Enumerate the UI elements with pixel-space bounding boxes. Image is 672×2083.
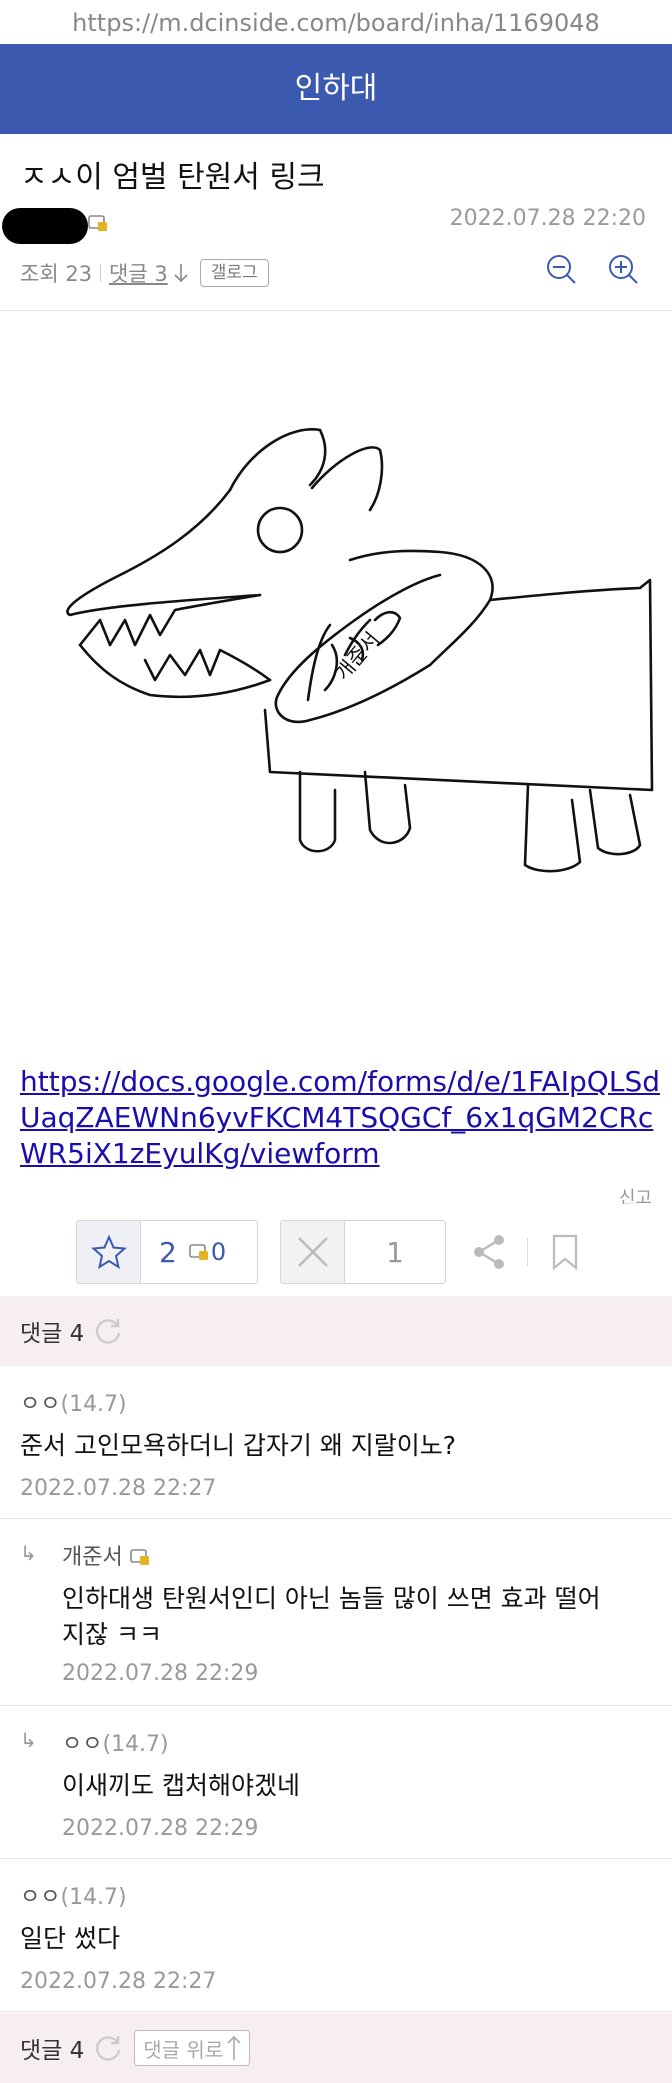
comment-date: 2022.07.28 22:27 [20,1969,217,1994]
browser-url-bar[interactable]: https://m.dcinside.com/board/inha/116904… [0,0,672,44]
comment-count-link[interactable]: 댓글 3 [109,258,188,288]
refresh-icon[interactable] [94,1317,122,1345]
comment-item: ㅇㅇ(14.7) 준서 고인모욕하더니 갑자기 왜 지랄이노? 2022.07.… [0,1366,672,1519]
comment-author[interactable]: ㅇㅇ(14.7) [20,1386,127,1418]
comment-author[interactable]: ㅇㅇ(14.7) [20,1879,127,1911]
view-count: 조회 23 [20,262,93,286]
member-badge-icon [189,1244,208,1260]
reply-date: 2022.07.28 22:29 [62,1816,259,1841]
comment-section-header: 댓글 4 [0,1296,672,1366]
member-badge-icon [88,215,107,231]
action-divider [527,1238,528,1266]
comment-date: 2022.07.28 22:27 [20,1476,217,1501]
report-link[interactable]: 신고 [619,1184,652,1204]
author-nickname-redacted [2,208,88,244]
comment-nickname: ㅇㅇ [20,1885,61,1910]
comment-item: ㅇㅇ(14.7) 일단 썼다 2022.07.28 22:27 [0,1859,672,2012]
refresh-icon[interactable] [94,2034,122,2062]
x-icon [297,1237,328,1267]
recommend-count: 2 [159,1235,177,1269]
gallog-button[interactable]: 갤로그 [199,259,269,287]
gallery-title: 인하대 [294,71,378,106]
recommend-button[interactable]: 2 0 [76,1220,258,1284]
reply-arrow-icon: ↳ [20,1728,37,1752]
reply-nickname: ㅇㅇ [62,1732,103,1757]
share-icon[interactable] [472,1234,506,1270]
stats-divider [100,264,102,282]
post-drawing-image: 개준서 [66,428,654,873]
reply-text: 인하대생 탄원서인디 아닌 놈들 많이 쓰면 효과 떨어지잖 ㅋㅋ [62,1584,601,1649]
comment-nickname: ㅇㅇ [20,1392,61,1417]
nonrecommend-count: 1 [386,1235,404,1269]
reply-author[interactable]: 개준서 [62,1539,150,1571]
post-date: 2022.07.28 22:20 [449,206,646,231]
header-divider [0,310,672,311]
reply-arrow-icon: ↳ [20,1541,37,1565]
zoom-in-icon[interactable] [607,253,639,285]
reply-item: ↳ ㅇㅇ(14.7) 이새끼도 캡처해야겠네 2022.07.28 22:29 [0,1706,672,1859]
reply-ip: (14.7) [102,1732,169,1757]
fixed-recommend: 0 [177,1221,226,1283]
comment-ip: (14.7) [60,1392,127,1417]
google-form-link[interactable]: https://docs.google.com/forms/d/e/1FAIpQ… [20,1064,660,1172]
recommend-icon-wrap [77,1221,141,1283]
bookmark-icon[interactable] [551,1234,579,1270]
star-icon [90,1234,127,1270]
arrow-up-icon [227,2035,241,2060]
reply-date: 2022.07.28 22:29 [62,1661,259,1686]
post-title: ㅈㅅ이 엄벌 탄원서 링크 [20,160,325,195]
comment-count: 댓글 4 [20,1321,85,1347]
comment-count: 댓글 4 [20,2038,85,2064]
arrow-down-icon [174,264,188,283]
nonrecommend-button[interactable]: 1 [280,1220,446,1284]
comment-count-label: 댓글 3 [109,262,168,286]
comment-text: 준서 고인모욕하더니 갑자기 왜 지랄이노? [20,1431,457,1460]
url-text: https://m.dcinside.com/board/inha/116904… [72,9,600,37]
zoom-out-icon[interactable] [545,253,577,285]
go-to-comment-top-button[interactable]: 댓글 위로 [134,2030,251,2066]
go-top-label: 댓글 위로 [143,2037,224,2062]
nonrecommend-icon-wrap [281,1221,345,1283]
comment-section-footer: 댓글 4 댓글 위로 [0,2013,672,2083]
member-badge-icon [129,1549,149,1565]
comment-ip: (14.7) [60,1885,127,1910]
reply-author[interactable]: ㅇㅇ(14.7) [62,1726,169,1758]
reply-item: ↳ 개준서 인하대생 탄원서인디 아닌 놈들 많이 쓰면 효과 떨어지잖 ㅋㅋ … [0,1519,672,1706]
reply-text: 이새끼도 캡처해야겠네 [62,1771,300,1800]
reply-nickname: 개준서 [62,1545,123,1570]
gallery-header[interactable]: 인하대 [0,44,672,134]
comment-text: 일단 썼다 [20,1924,120,1953]
post-stats: 조회 23 댓글 3 갤로그 [20,256,269,290]
fixed-recommend-count: 0 [210,1238,227,1266]
